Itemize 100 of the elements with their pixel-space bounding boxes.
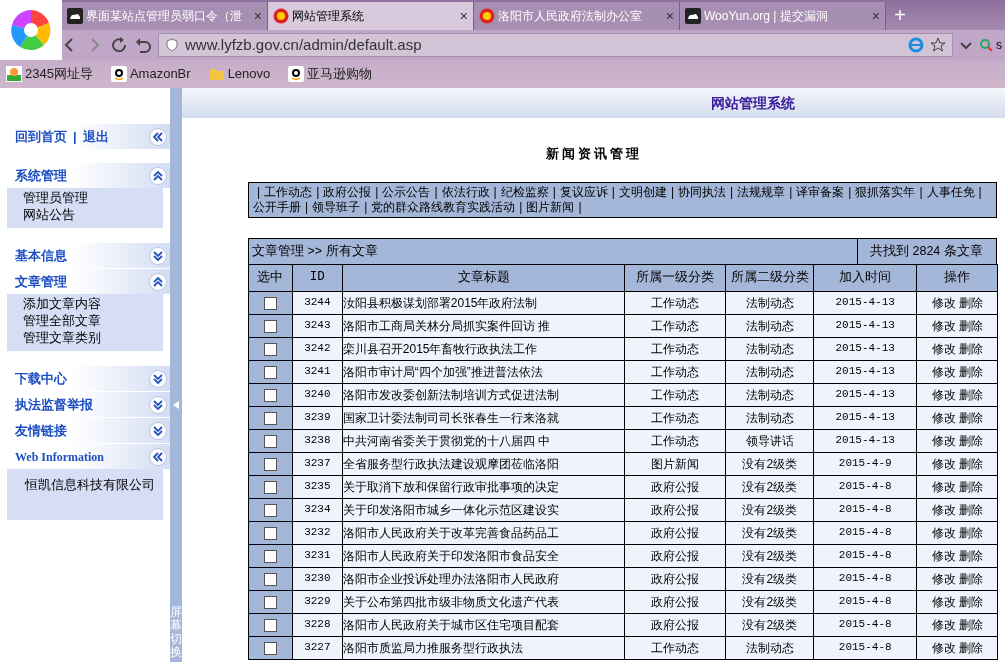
action-link[interactable]: 修改	[931, 548, 956, 563]
action-link[interactable]: 删除	[958, 502, 983, 517]
action-link[interactable]: 修改	[931, 525, 956, 540]
category-link[interactable]: 图片新闻	[526, 199, 575, 214]
row-checkbox[interactable]	[263, 480, 277, 494]
close-button[interactable]: ×	[459, 5, 468, 27]
action-link[interactable]: 删除	[958, 571, 983, 586]
browser-tab[interactable]: WooYun.org | 提交漏洞 ×	[680, 2, 886, 30]
row-checkbox[interactable]	[263, 411, 277, 425]
category-link[interactable]: 人事任免	[926, 184, 975, 199]
undo-icon[interactable]	[134, 36, 152, 54]
search-box[interactable]: s	[979, 36, 1002, 54]
row-checkbox[interactable]	[263, 319, 277, 333]
action-link[interactable]: 修改	[931, 318, 956, 333]
close-button[interactable]: ×	[253, 5, 262, 27]
category-link[interactable]: 法规规章	[737, 184, 786, 199]
close-button[interactable]: ×	[871, 5, 880, 27]
row-checkbox[interactable]	[263, 434, 277, 448]
action-link[interactable]: 修改	[931, 571, 956, 586]
category-link[interactable]: 译审备案	[796, 184, 845, 199]
row-checkbox[interactable]	[263, 572, 277, 586]
category-link[interactable]: 领导班子	[312, 199, 361, 214]
bookmark[interactable]: AmazonBr	[110, 64, 191, 84]
sidebar-link[interactable]: 回到首页	[15, 126, 67, 147]
action-link[interactable]: 删除	[958, 341, 983, 356]
category-link[interactable]: 纪检监察	[500, 184, 549, 199]
sidebar-title[interactable]: 文章管理	[15, 271, 67, 292]
action-link[interactable]: 修改	[931, 640, 956, 655]
row-checkbox[interactable]	[263, 365, 277, 379]
category-link[interactable]: 公示公告	[382, 184, 431, 199]
row-checkbox[interactable]	[263, 526, 277, 540]
action-link[interactable]: 删除	[958, 387, 983, 402]
row-checkbox[interactable]	[263, 296, 277, 310]
action-link[interactable]: 修改	[931, 617, 956, 632]
new-tab-button[interactable]: +	[886, 0, 914, 30]
action-link[interactable]: 修改	[931, 364, 956, 379]
action-link[interactable]: 修改	[931, 410, 956, 425]
row-checkbox[interactable]	[263, 595, 277, 609]
category-link[interactable]: 政府公报	[323, 184, 372, 199]
sidebar-link[interactable]: 退出	[82, 126, 109, 147]
reload-icon[interactable]	[110, 36, 128, 54]
double-chevron-left-icon[interactable]	[149, 447, 167, 466]
bookmark[interactable]: 2345网址导	[6, 64, 93, 84]
action-link[interactable]: 删除	[958, 640, 983, 655]
action-link[interactable]: 修改	[931, 341, 956, 356]
expand-icon[interactable]	[149, 395, 167, 414]
expand-icon[interactable]	[149, 369, 167, 388]
action-link[interactable]: 删除	[958, 318, 983, 333]
action-link[interactable]: 删除	[958, 433, 983, 448]
action-link[interactable]: 修改	[931, 594, 956, 609]
action-link[interactable]: 修改	[931, 502, 956, 517]
row-checkbox[interactable]	[263, 503, 277, 517]
action-link[interactable]: 修改	[931, 456, 956, 471]
row-checkbox[interactable]	[263, 457, 277, 471]
submenu-item[interactable]: 管理员管理	[23, 190, 163, 207]
action-link[interactable]: 删除	[958, 594, 983, 609]
browser-tab[interactable]: 网站管理系统 ×	[268, 2, 474, 30]
action-link[interactable]: 修改	[931, 387, 956, 402]
action-link[interactable]: 删除	[958, 548, 983, 563]
category-link[interactable]: 党的群众路线教育实践活动	[371, 199, 516, 214]
action-link[interactable]: 删除	[958, 410, 983, 425]
category-link[interactable]: 狠抓落实年	[855, 184, 916, 199]
expand-icon[interactable]	[149, 246, 167, 265]
address-bar[interactable]: www.lyfzb.gov.cn/admin/default.asp	[158, 33, 953, 57]
submenu-item[interactable]: 管理全部文章	[23, 313, 163, 330]
row-checkbox[interactable]	[263, 549, 277, 563]
close-button[interactable]: ×	[665, 5, 674, 27]
action-link[interactable]: 删除	[958, 479, 983, 494]
category-link[interactable]: 公开手册	[253, 199, 301, 214]
row-checkbox[interactable]	[263, 342, 277, 356]
action-link[interactable]: 删除	[958, 456, 983, 471]
category-link[interactable]: 复议应诉	[559, 184, 608, 199]
expand-icon[interactable]	[149, 421, 167, 440]
collapse-icon[interactable]	[149, 272, 167, 291]
bookmark[interactable]: Lenovo	[208, 64, 271, 84]
action-link[interactable]: 删除	[958, 617, 983, 632]
sidebar-title[interactable]: 执法监督举报	[15, 394, 93, 415]
row-checkbox[interactable]	[263, 641, 277, 655]
double-chevron-left-icon[interactable]	[149, 127, 167, 146]
bookmark[interactable]: 亚马逊购物	[288, 64, 373, 84]
sidebar-title[interactable]: 基本信息	[15, 245, 67, 266]
collapse-icon[interactable]	[149, 166, 167, 185]
action-link[interactable]: 修改	[931, 433, 956, 448]
submenu-item[interactable]: 网站公告	[23, 207, 163, 224]
action-link[interactable]: 删除	[958, 295, 983, 310]
category-link[interactable]: 依法行政	[441, 184, 490, 199]
category-link[interactable]: 协同执法	[678, 184, 726, 199]
sidebar-title[interactable]: 系统管理	[15, 165, 67, 186]
row-checkbox[interactable]	[263, 618, 277, 632]
action-link[interactable]: 修改	[931, 295, 956, 310]
category-link[interactable]: 工作动态	[264, 184, 313, 199]
action-link[interactable]: 修改	[931, 479, 956, 494]
submenu-item[interactable]: 添加文章内容	[23, 296, 163, 313]
browser-tab[interactable]: 洛阳市人民政府法制办公室 ×	[474, 2, 680, 30]
sidebar-title[interactable]: 下载中心	[15, 368, 67, 389]
browser-tab[interactable]: 界面某站点管理员弱口令（泄 ×	[62, 2, 268, 30]
submenu-item[interactable]: 管理文章类别	[23, 330, 163, 347]
row-checkbox[interactable]	[263, 388, 277, 402]
star-icon[interactable]	[930, 37, 946, 53]
sidebar-title[interactable]: 友情链接	[15, 420, 67, 441]
